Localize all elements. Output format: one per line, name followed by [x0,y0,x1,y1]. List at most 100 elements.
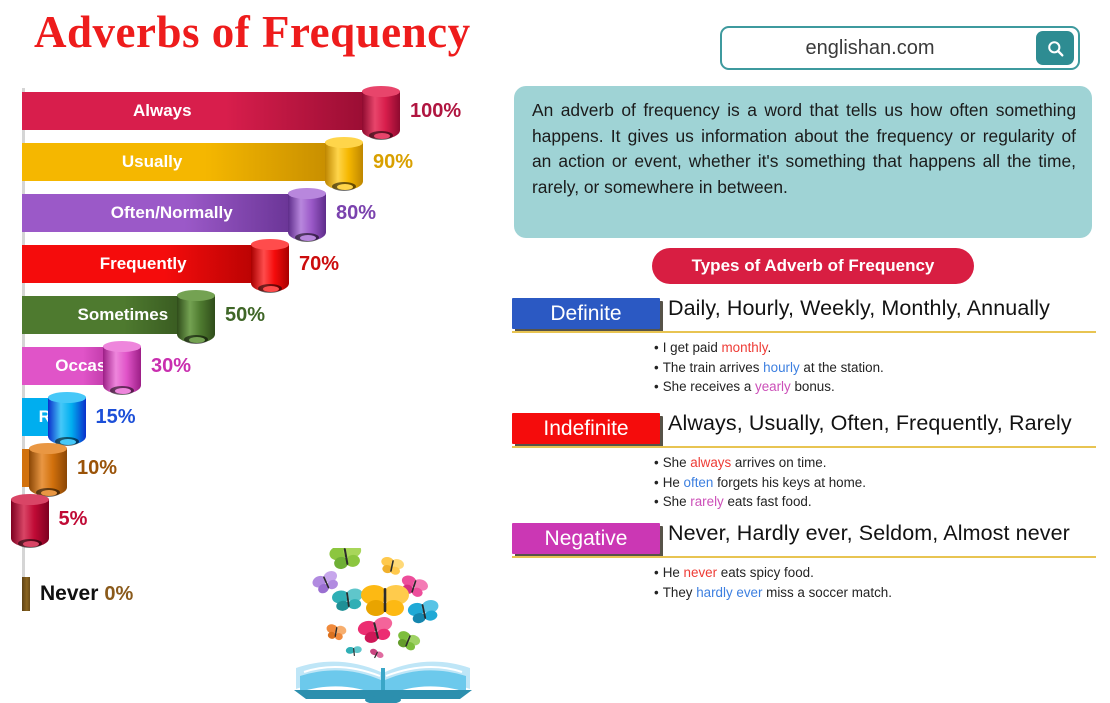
table-row: Rarely15% [22,392,168,436]
search-input[interactable] [722,37,1036,60]
search-button[interactable] [1036,31,1074,65]
highlighted-adverb: hourly [763,360,799,375]
definition-text: An adverb of frequency is a word that te… [532,98,1076,200]
table-row: Seldom10% [22,443,149,487]
example-text: forgets his keys at home. [713,475,866,490]
example-text: She [663,494,691,509]
bar-percent-label: 70% [299,245,339,283]
bullet-icon: • [654,340,659,355]
highlighted-adverb: rarely [690,494,723,509]
bar-end-cylinder [288,188,326,246]
type-word-list: Always, Usually, Often, Frequently, Rare… [668,411,1072,436]
bar-percent-label: 5% [59,500,88,538]
bullet-icon: • [654,360,659,375]
bar-label: Sometimes [78,296,169,334]
bullet-icon: • [654,585,659,600]
table-row: Sometimes 50% [22,290,297,334]
type-badge-negative[interactable]: Negative [512,523,660,554]
divider [512,331,1096,333]
type-block-indefinite: Indefinite Always, Usually, Often, Freque… [512,413,1096,512]
highlighted-adverb: never [684,565,718,580]
bar-label: Frequently [100,245,187,283]
example-text: eats fast food. [724,494,812,509]
table-row: Hardly5% [22,494,131,538]
highlighted-adverb: hardly ever [696,585,762,600]
bar-end-cylinder [251,239,289,297]
divider [512,556,1096,558]
divider [512,446,1096,448]
list-item: • He often forgets his keys at home. [654,473,1096,493]
search-bar[interactable] [720,26,1080,70]
bar-end-cylinder [11,494,49,552]
example-text: They [663,585,697,600]
example-text: She [663,455,691,470]
highlighted-adverb: yearly [755,379,791,394]
list-item: • The train arrives hourly at the station… [654,358,1096,378]
list-item: • They hardly ever miss a soccer match. [654,583,1096,603]
type-word-list: Never, Hardly ever, Seldom, Almost never [668,521,1070,546]
example-text: miss a soccer match. [762,585,891,600]
bar-end-cylinder [177,290,215,348]
bar-percent-label: 50% [225,296,265,334]
bar-percent-label: 90% [373,143,413,181]
types-heading: Types of Adverb of Frequency [652,248,974,284]
example-list: • She always arrives on time. • He often fo… [512,453,1096,512]
table-row: Often/Normally80% [22,188,408,232]
example-text: . [767,340,771,355]
table-row: Never 0% [22,574,133,614]
definition-box: An adverb of frequency is a word that te… [514,86,1092,238]
highlighted-adverb: often [684,475,714,490]
bullet-icon: • [654,455,659,470]
bar-body [22,143,355,181]
bar-end-cylinder [29,443,67,501]
bar-end-cylinder [103,341,141,399]
table-row: Frequently 70% [22,239,371,283]
example-list: • I get paid monthly. • The train arrives h… [512,338,1096,397]
bar-percent-label: 80% [336,194,376,232]
frequency-bar-chart: Always100% Usually 90% Often/Normally80% Fre… [0,86,500,624]
example-text: arrives on time. [731,455,826,470]
bullet-icon: • [654,475,659,490]
open-book-with-butterflies-icon [288,548,478,703]
example-text: at the station. [800,360,884,375]
example-text: The train arrives [663,360,763,375]
type-block-negative: Negative Never, Hardly ever, Seldom, Almo… [512,523,1096,602]
example-list: • He never eats spicy food. • They hardly e… [512,563,1096,602]
bar-end-cylinder [48,392,86,450]
example-text: He [663,565,684,580]
page-title: Adverbs of Frequency [34,6,471,58]
search-icon [1046,39,1065,58]
highlighted-adverb: monthly [722,340,768,355]
bar-label: Usually [122,143,182,181]
bar-body [22,92,392,130]
list-item: • She receives a yearly bonus. [654,377,1096,397]
list-item: • She always arrives on time. [654,453,1096,473]
bar-end-cylinder [362,86,400,144]
never-percent: 0% [104,583,133,606]
type-block-definite: Definite Daily, Hourly, Weekly, Monthly, … [512,298,1096,397]
bar-percent-label: 10% [77,449,117,487]
type-badge-indefinite[interactable]: Indefinite [512,413,660,444]
bullet-icon: • [654,565,659,580]
example-text: I get paid [663,340,722,355]
type-word-list: Daily, Hourly, Weekly, Monthly, Annually [668,296,1050,321]
highlighted-adverb: always [690,455,731,470]
bar-percent-label: 30% [151,347,191,385]
example-text: eats spicy food. [717,565,814,580]
example-text: He [663,475,684,490]
type-head: Indefinite Always, Usually, Often, Freque… [512,413,1096,445]
bar-percent-label: 15% [96,398,136,436]
list-item: • He never eats spicy food. [654,563,1096,583]
never-label: Never [40,582,98,606]
bullet-icon: • [654,379,659,394]
never-bar [22,577,30,611]
list-item: • I get paid monthly. [654,338,1096,358]
type-head: Negative Never, Hardly ever, Seldom, Almo… [512,523,1096,555]
list-item: •She rarely eats fast food. [654,492,1096,512]
table-row: Always100% [22,86,482,130]
type-badge-definite[interactable]: Definite [512,298,660,329]
example-text: She receives a [663,379,755,394]
type-head: Definite Daily, Hourly, Weekly, Monthly, … [512,298,1096,330]
example-text: bonus. [791,379,835,394]
bar-percent-label: 100% [410,92,461,130]
